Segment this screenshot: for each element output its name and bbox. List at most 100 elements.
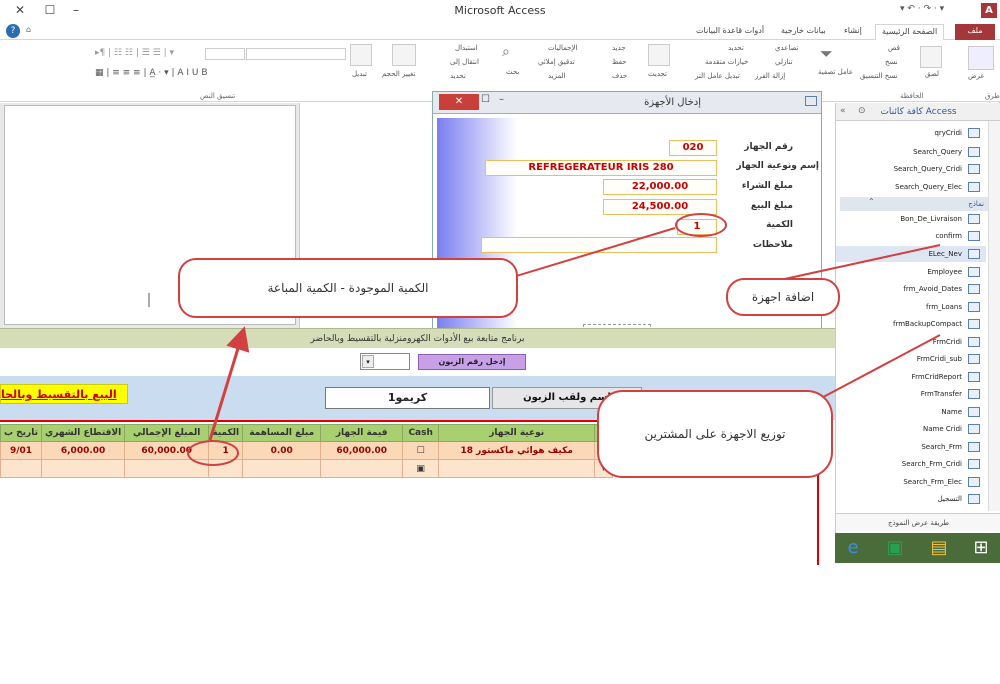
view-button[interactable]: عرض — [968, 72, 985, 80]
cell-empty[interactable] — [438, 459, 596, 478]
refresh-icon[interactable] — [648, 44, 670, 66]
nav-scrollbar[interactable] — [988, 121, 1000, 511]
nav-form-item[interactable]: Search_Frm_Cridi — [836, 456, 986, 472]
totals-button[interactable]: الإجماليات — [548, 44, 577, 52]
save-record-button[interactable]: حفظ — [612, 58, 627, 66]
nav-form-item[interactable]: Name — [836, 404, 986, 420]
filter-button[interactable]: عامل تصفية — [818, 68, 853, 76]
cell-date[interactable]: 9/01 — [0, 441, 42, 460]
table-row-new[interactable]: ▣ ▾ — [0, 459, 614, 478]
nav-forms-section[interactable]: نماذج — [840, 197, 988, 211]
font-name-combo[interactable] — [246, 48, 346, 60]
descending-button[interactable]: تنازلي — [775, 58, 793, 66]
nav-query-item[interactable]: Search_Query — [836, 144, 986, 160]
nav-form-item[interactable]: frm_Loans — [836, 299, 986, 315]
field-device-name[interactable]: REFREGERATEUR IRIS 280 — [485, 160, 717, 176]
nav-form-item[interactable]: FrmTransfer — [836, 386, 986, 402]
cell-device-type[interactable]: مكيف هوائي ماكستور 18 — [438, 441, 596, 460]
explorer-icon[interactable]: ▤ — [925, 536, 953, 560]
help-icon[interactable]: ? — [6, 24, 20, 38]
tab-file[interactable]: ملف — [955, 24, 995, 40]
switch-windows-button[interactable]: تبديل — [352, 70, 367, 78]
nav-form-item[interactable]: FrmCridReport — [836, 369, 986, 385]
minimize-icon[interactable]: – — [62, 0, 90, 20]
customer-name-field[interactable]: كريمو1 — [325, 387, 490, 409]
nav-form-item[interactable]: Search_Frm — [836, 439, 986, 455]
table-row[interactable]: 9/01 6,000.00 60,000.00 1 0.00 60,000.00… — [0, 441, 614, 460]
nav-form-item[interactable]: confirm — [836, 228, 986, 244]
remove-sort-button[interactable]: إزالة الفرز — [755, 72, 785, 80]
nav-form-item[interactable]: FrmCridi — [836, 334, 986, 350]
switch-windows-icon[interactable] — [350, 44, 372, 66]
refresh-button[interactable]: تحديث — [648, 70, 667, 78]
toggle-filter-button[interactable]: تبديل عامل التر — [695, 72, 740, 80]
ie-icon[interactable]: e — [839, 536, 867, 560]
section-collapse-icon[interactable]: ⌃ — [868, 197, 875, 206]
advanced-button[interactable]: خيارات متقدمة — [705, 58, 748, 66]
nav-query-item[interactable]: Search_Query_Cridi — [836, 161, 986, 177]
find-button[interactable]: بحث — [506, 68, 519, 76]
paste-button[interactable]: لصق — [925, 70, 939, 78]
enter-customer-id-button[interactable]: إدخل رقم الزبون — [418, 354, 526, 370]
tab-home[interactable]: الصفحة الرئيسية — [875, 24, 945, 40]
customer-id-combo[interactable]: ▾ — [360, 353, 410, 370]
cell-device-value[interactable]: 60,000.00 — [320, 441, 404, 460]
tab-create[interactable]: إنشاء — [838, 24, 868, 40]
field-notes[interactable] — [481, 237, 717, 253]
collapse-ribbon-icon[interactable]: ⌂ — [26, 25, 31, 34]
nav-form-item[interactable]: Employee — [836, 264, 986, 280]
select-button[interactable]: تحديد — [450, 72, 466, 80]
nav-query-item[interactable]: Search_Query_Elec — [836, 179, 986, 195]
field-device-no[interactable]: 020 — [669, 140, 717, 156]
cell-empty[interactable] — [0, 459, 42, 478]
cut-button[interactable]: قص — [888, 44, 900, 52]
dialog-minimize-icon[interactable]: – — [499, 94, 504, 105]
nav-form-item[interactable]: Search_Frm_Elec — [836, 474, 986, 490]
nav-form-item[interactable]: Bon_De_Livraison — [836, 211, 986, 227]
nav-form-item[interactable]: frmBackupCompact — [836, 316, 986, 332]
format-painter-button[interactable]: نسخ التنسيق — [860, 72, 897, 80]
maximize-icon[interactable]: ☐ — [36, 0, 64, 20]
close-icon[interactable]: ✕ — [6, 0, 34, 20]
cell-empty[interactable] — [40, 459, 126, 478]
tab-database-tools[interactable]: أدوات قاعدة البيانات — [690, 24, 770, 40]
cash-checkbox-new[interactable]: ▣ — [402, 459, 440, 478]
nav-form-item[interactable]: Name Cridi — [836, 421, 986, 437]
cell-empty[interactable] — [242, 459, 322, 478]
chevron-down-icon[interactable]: ▾ — [362, 355, 374, 368]
nav-form-item[interactable]: التسجيل — [836, 491, 986, 507]
replace-button[interactable]: استبدال — [455, 44, 478, 52]
nav-collapse-icon[interactable]: « — [840, 106, 846, 116]
text-format-tools-row2[interactable]: ▦ | ≡ ≡ ≡ | A̲ · ▾ | A I U B — [95, 68, 208, 78]
tab-external-data[interactable]: بيانات خارجية — [775, 24, 832, 40]
size-button[interactable]: تغيير الحجم — [382, 70, 415, 78]
size-icon[interactable] — [392, 44, 416, 66]
font-size-combo[interactable] — [205, 48, 245, 60]
selection-button[interactable]: تحديد — [728, 44, 744, 52]
cell-monthly[interactable]: 6,000.00 — [40, 441, 126, 460]
copy-button[interactable]: نسخ — [885, 58, 898, 66]
dialog-close-button[interactable]: ✕ — [439, 94, 479, 110]
paste-icon[interactable] — [920, 46, 942, 68]
goto-button[interactable]: انتقال إلى — [450, 58, 479, 66]
text-format-tools-row1[interactable]: ▸¶ | ☷ ☷ | ☰ ☰ | ▾ — [95, 48, 174, 58]
delete-record-button[interactable]: حذف — [612, 72, 627, 80]
nav-query-item[interactable]: qryCridi — [836, 125, 986, 141]
more-button[interactable]: المزيد — [548, 72, 566, 80]
nav-form-item[interactable]: ELec_Nev — [836, 246, 986, 262]
field-purchase-amount[interactable]: 22,000.00 — [603, 179, 717, 195]
ascending-button[interactable]: تصاعدي — [775, 44, 798, 52]
nav-form-item[interactable]: frm_Avoid_Dates — [836, 281, 986, 297]
windows-start-icon[interactable]: ⊞ — [967, 536, 995, 560]
view-icon[interactable] — [968, 46, 994, 70]
find-icon[interactable]: ⌕ — [502, 44, 522, 64]
store-icon[interactable]: ▣ — [881, 536, 909, 560]
new-record-button[interactable]: جديد — [612, 44, 626, 52]
nav-form-item[interactable]: FrmCridi_sub — [836, 351, 986, 367]
nav-dropdown-icon[interactable]: ⊙ — [858, 106, 866, 116]
spelling-button[interactable]: تدقيق إملائي — [538, 58, 575, 66]
dialog-maximize-icon[interactable]: ☐ — [481, 94, 490, 105]
cell-empty[interactable] — [320, 459, 404, 478]
cell-contribution[interactable]: 0.00 — [242, 441, 322, 460]
cash-checkbox[interactable]: ☐ — [402, 441, 440, 460]
